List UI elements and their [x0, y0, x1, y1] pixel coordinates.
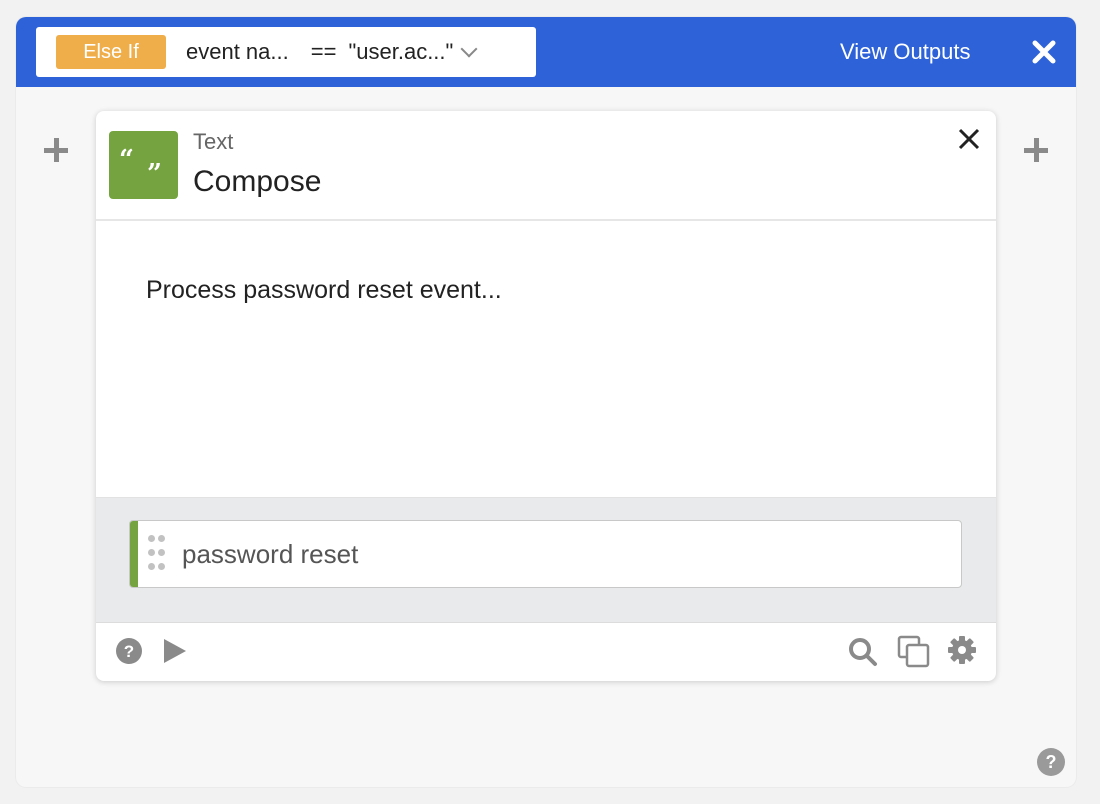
help-icon[interactable]: ? [115, 637, 143, 665]
condition-right-operand: "user.ac..." [348, 39, 454, 64]
copy-icon[interactable] [897, 635, 931, 669]
close-icon[interactable] [1030, 38, 1058, 66]
add-step-after-icon[interactable] [1024, 138, 1048, 162]
quote-icon: “” [109, 131, 178, 199]
condition-left-operand: event na... [186, 39, 289, 64]
drag-handle-icon[interactable] [148, 535, 168, 575]
step-header: “” Text Compose [96, 111, 996, 221]
condition-selector[interactable]: Else If event na... == "user.ac..." [36, 27, 536, 77]
view-outputs-link[interactable]: View Outputs [840, 39, 970, 65]
step-content-text: Process password reset event... [146, 276, 502, 304]
compose-step-card: “” Text Compose Process password reset e… [96, 111, 996, 681]
input-value: password reset [182, 539, 359, 569]
else-if-badge: Else If [56, 35, 166, 69]
play-icon[interactable] [162, 638, 188, 664]
gear-icon[interactable] [948, 636, 976, 664]
input-accent-bar [130, 521, 138, 587]
step-footer: ? [96, 621, 996, 681]
step-type-label: Text [193, 129, 234, 154]
branch-header: Else If event na... == "user.ac..." View… [16, 17, 1076, 87]
branch-panel: Else If event na... == "user.ac..." View… [16, 17, 1076, 787]
search-icon[interactable] [848, 637, 878, 667]
step-title: Compose [193, 165, 322, 198]
svg-text:?: ? [124, 642, 134, 661]
svg-text:?: ? [1046, 752, 1057, 772]
condition-operator: == [310, 39, 337, 64]
close-step-icon[interactable] [956, 126, 982, 152]
input-area: password reset [96, 497, 996, 623]
panel-help-icon[interactable]: ? [1036, 747, 1066, 777]
text-input-field[interactable]: password reset [129, 520, 962, 588]
add-step-before-icon[interactable] [44, 138, 68, 162]
chevron-down-icon[interactable] [460, 40, 478, 58]
